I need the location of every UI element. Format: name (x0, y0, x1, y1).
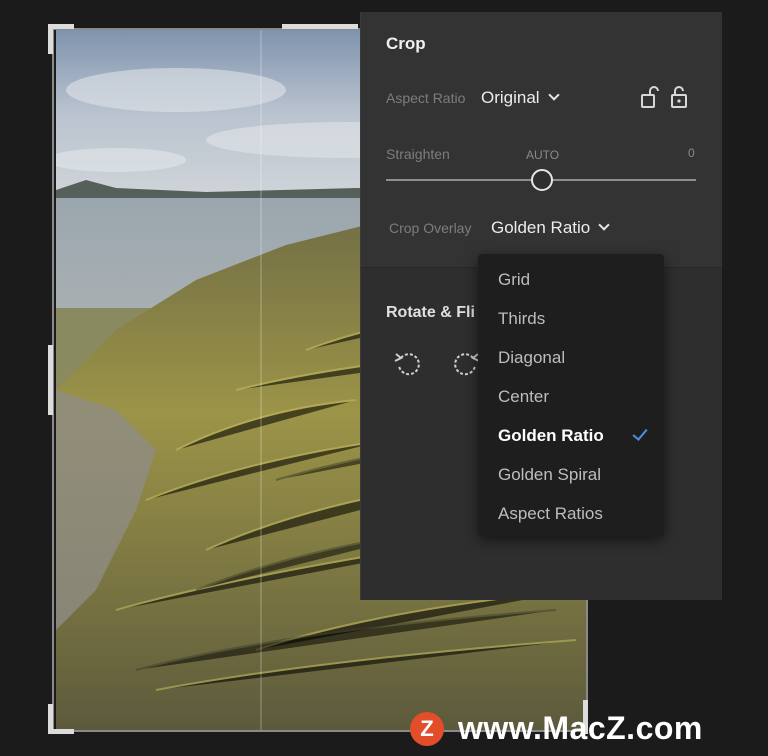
watermark: Z www.MacZ.com (410, 708, 760, 750)
menu-item-center[interactable]: Center (498, 387, 549, 407)
crop-overlay-menu: Grid Thirds Diagonal Center Golden Ratio… (478, 254, 664, 536)
checkmark-icon (632, 425, 648, 441)
aspect-ratio-label: Aspect Ratio (386, 90, 466, 106)
aspect-ratio-value: Original (481, 88, 540, 107)
lock-open-icon[interactable] (637, 84, 663, 110)
chevron-down-icon (547, 89, 560, 101)
crop-handle-top[interactable] (282, 24, 358, 29)
rotate-left-icon[interactable] (393, 348, 425, 380)
crop-overlay-label: Crop Overlay (389, 220, 472, 236)
crop-handle-left[interactable] (48, 345, 53, 415)
straighten-label: Straighten (386, 146, 450, 162)
menu-item-golden-spiral[interactable]: Golden Spiral (498, 465, 601, 485)
aspect-ratio-dropdown[interactable]: Original (481, 88, 560, 108)
straighten-value: 0 (688, 146, 695, 160)
watermark-text: www.MacZ.com (458, 710, 703, 746)
straighten-auto-button[interactable]: AUTO (526, 148, 559, 162)
watermark-logo: Z (410, 712, 444, 746)
crop-overlay-dropdown[interactable]: Golden Ratio (491, 218, 610, 238)
menu-item-aspect-ratios[interactable]: Aspect Ratios (498, 504, 603, 524)
lock-closed-icon[interactable] (667, 84, 693, 110)
menu-item-thirds[interactable]: Thirds (498, 309, 545, 329)
menu-item-diagonal[interactable]: Diagonal (498, 348, 565, 368)
rotate-flip-heading: Rotate & Fli (386, 304, 475, 321)
crop-handle-bottom-left-h[interactable] (48, 729, 74, 734)
crop-handle-top-left-v[interactable] (48, 24, 53, 54)
menu-item-grid[interactable]: Grid (498, 270, 530, 290)
chevron-down-icon (598, 219, 610, 231)
rotate-right-icon[interactable] (449, 348, 481, 380)
panel-title: Crop (386, 34, 426, 53)
menu-item-golden-ratio[interactable]: Golden Ratio (498, 426, 604, 446)
crop-overlay-value: Golden Ratio (491, 218, 591, 237)
straighten-slider-thumb[interactable] (531, 169, 553, 191)
